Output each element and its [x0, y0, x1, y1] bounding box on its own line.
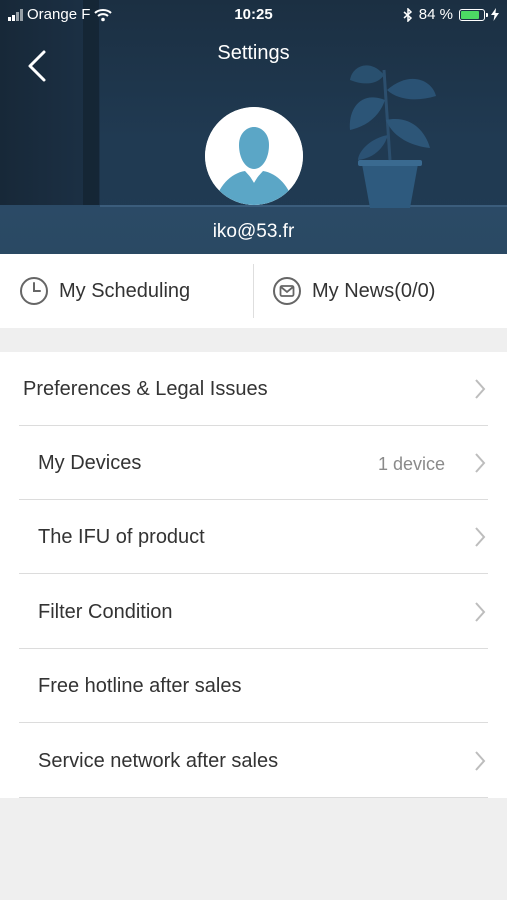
quick-links-divider	[253, 264, 254, 318]
settings-menu: Preferences & Legal Issues My Devices 1 …	[0, 352, 507, 798]
background-pillar	[83, 0, 99, 240]
my-scheduling-label: My Scheduling	[59, 279, 191, 302]
chevron-right-icon	[475, 751, 486, 771]
menu-item-filter-condition[interactable]: Filter Condition	[0, 575, 507, 649]
envelope-icon	[273, 277, 301, 305]
bluetooth-icon	[403, 7, 412, 22]
menu-item-ifu-product[interactable]: The IFU of product	[0, 500, 507, 574]
menu-item-preferences-legal[interactable]: Preferences & Legal Issues	[0, 352, 507, 426]
row-divider	[19, 722, 488, 723]
menu-item-my-devices[interactable]: My Devices 1 device	[0, 426, 507, 500]
my-news-button[interactable]: My News(0/0)	[272, 254, 435, 328]
user-email: iko@53.fr	[212, 221, 295, 242]
plant-illustration	[349, 65, 436, 208]
quick-links-bar: My Scheduling My News(0/0)	[0, 254, 507, 328]
user-silhouette-icon	[205, 107, 303, 205]
my-news-label: My News(0/0)	[312, 279, 436, 302]
menu-item-label: Service network after sales	[38, 750, 279, 772]
menu-item-service-network[interactable]: Service network after sales	[0, 724, 507, 798]
my-scheduling-button[interactable]: My Scheduling	[19, 254, 190, 328]
menu-item-label: My Devices	[38, 452, 142, 474]
page-title: Settings	[217, 42, 290, 64]
menu-item-free-hotline[interactable]: Free hotline after sales	[0, 649, 507, 723]
row-divider	[19, 573, 488, 574]
profile-header: Orange F 10:25 84 % Settings iko@53.fr	[0, 0, 507, 254]
battery-percent: 84 %	[418, 6, 453, 23]
chevron-right-icon	[475, 527, 486, 547]
menu-item-label: Filter Condition	[38, 601, 173, 623]
avatar[interactable]	[205, 107, 303, 205]
menu-item-label: Free hotline after sales	[38, 675, 242, 697]
status-bar: Orange F 10:25 84 %	[0, 0, 507, 28]
menu-item-label: Preferences & Legal Issues	[23, 378, 268, 400]
device-count: 1 device	[377, 454, 445, 474]
chevron-right-icon	[475, 379, 486, 399]
chevron-right-icon	[475, 453, 486, 473]
clock-icon	[20, 277, 48, 305]
row-divider	[19, 797, 488, 798]
chevron-right-icon	[475, 602, 486, 622]
battery-icon	[459, 8, 488, 21]
charging-icon	[491, 8, 499, 21]
menu-item-label: The IFU of product	[38, 526, 205, 548]
